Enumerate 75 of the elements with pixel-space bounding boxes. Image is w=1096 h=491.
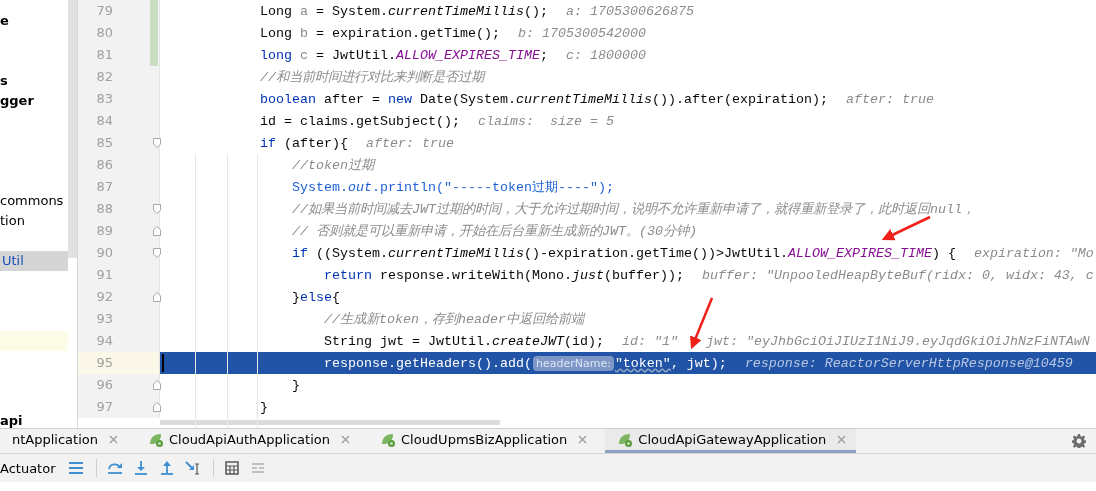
line-number: 90 <box>95 244 113 262</box>
run-tab[interactable]: CloudApiGatewayApplication <box>605 429 857 453</box>
line-number: 88 <box>95 200 113 218</box>
code-line: Long b = expiration.getTime(); b: 1705300542000 <box>259 24 646 43</box>
code-line: //如果当前时间减去JWT过期的时间，大于允许过期时间，说明不允许重新申请了，就得重新登录了，此时返回null， <box>291 201 975 219</box>
code-line: //和当前时间进行对比来判断是否过期 <box>259 69 484 87</box>
line-number: 97 <box>95 398 113 416</box>
tree-item[interactable]: gger <box>0 91 68 111</box>
code-line: Long a = System.currentTimeMillis(); a: 1705300626875 <box>259 2 694 21</box>
run-to-cursor-icon[interactable] <box>184 460 201 476</box>
tab-label[interactable]: Actuator <box>0 460 56 476</box>
tree-item[interactable]: Util <box>0 251 68 271</box>
spring-app-icon <box>148 431 164 448</box>
code-line: if ((System.currentTimeMillis()-expiration.getTime())>JwtUtil.ALLOW_EXPIRES_TIME) { expiration: "Mo <box>291 244 1094 263</box>
line-number: 84 <box>95 112 113 130</box>
line-number: 93 <box>95 310 113 328</box>
step-over-icon[interactable] <box>106 460 123 476</box>
fold-icon[interactable] <box>153 226 161 236</box>
scrollbar[interactable] <box>160 420 500 425</box>
line-number: 81 <box>95 46 113 64</box>
fold-icon[interactable] <box>153 248 161 258</box>
line-number: 80 <box>95 24 113 42</box>
line-number: 85 <box>95 134 113 152</box>
fold-icon[interactable] <box>153 204 161 214</box>
code-line: if (after){ after: true <box>259 134 454 153</box>
line-number: 79 <box>95 2 113 20</box>
line-number: 91 <box>95 266 113 284</box>
close-icon[interactable] <box>341 435 350 444</box>
code-line: long c = JwtUtil.ALLOW_EXPIRES_TIME; c: 1800000 <box>259 46 646 65</box>
menu-icon[interactable] <box>67 460 84 476</box>
line-number: 94 <box>95 332 113 350</box>
settings-icon[interactable] <box>1072 434 1086 448</box>
code-line: // 否则就是可以重新申请，开始在后台重新生成新的JWT。(30分钟) <box>291 223 697 241</box>
calculator-icon[interactable] <box>223 460 240 476</box>
fold-icon[interactable] <box>153 292 161 302</box>
code-line: boolean after = new Date(System.currentTimeMillis()).after(expiration); after: true <box>259 90 934 109</box>
step-into-icon[interactable] <box>132 460 149 476</box>
tree-item[interactable]: tion <box>0 211 68 231</box>
line-number: 82 <box>95 68 113 86</box>
run-tab[interactable]: CloudUpmsBizApplication <box>368 429 598 453</box>
annotation-arrow <box>881 215 931 241</box>
tree-item[interactable]: s <box>0 71 68 91</box>
fold-icon[interactable] <box>153 138 161 148</box>
code-line: //生成新token，存到header中返回给前端 <box>323 311 584 329</box>
tree-item[interactable]: e <box>0 11 68 31</box>
line-number: 87 <box>95 178 113 196</box>
code-line: return response.writeWith(Mono.just(buffer)); buffer: "UnpooledHeapByteBuf(ridx: 0, widx: 43, c <box>323 266 1094 285</box>
close-icon[interactable] <box>109 435 118 444</box>
line-number: 96 <box>95 376 113 394</box>
code-line: id = claims.getSubject(); claims: size = 5 <box>259 112 614 131</box>
tree-item[interactable]: commons <box>0 191 68 211</box>
close-icon[interactable] <box>578 435 588 444</box>
close-icon[interactable] <box>837 435 847 444</box>
highlighted-row <box>0 331 68 351</box>
spring-app-icon <box>617 431 634 448</box>
run-tab[interactable]: CloudApiAuthApplication <box>136 429 360 453</box>
step-out-icon[interactable] <box>158 460 175 476</box>
fold-icon[interactable] <box>153 402 161 412</box>
line-number: 92 <box>95 288 113 306</box>
text-cursor <box>162 354 164 372</box>
line-number: 95 <box>95 354 113 372</box>
line-number: 89 <box>95 222 113 240</box>
line-number: 86 <box>95 156 113 174</box>
code-line: } <box>291 376 300 395</box>
spring-app-icon <box>380 431 396 448</box>
scrollbar[interactable] <box>68 0 77 258</box>
fold-icon[interactable] <box>153 380 161 390</box>
tree-item[interactable]: api <box>0 411 68 428</box>
line-number: 83 <box>95 90 113 108</box>
run-tab[interactable]: ntApplication <box>0 429 128 453</box>
code-line: } <box>259 398 268 417</box>
code-line: String jwt = JwtUtil.createJWT(id); id: "1" jwt: "eyJhbGciOiJIUzI1NiJ9.eyJqdGkiOiJhNzFiNTAwN <box>323 332 1090 351</box>
code-line: }else{ <box>291 288 340 307</box>
code-line: System.out.println("-----token过期----"); <box>291 178 614 197</box>
code-line: //token过期 <box>291 157 374 175</box>
